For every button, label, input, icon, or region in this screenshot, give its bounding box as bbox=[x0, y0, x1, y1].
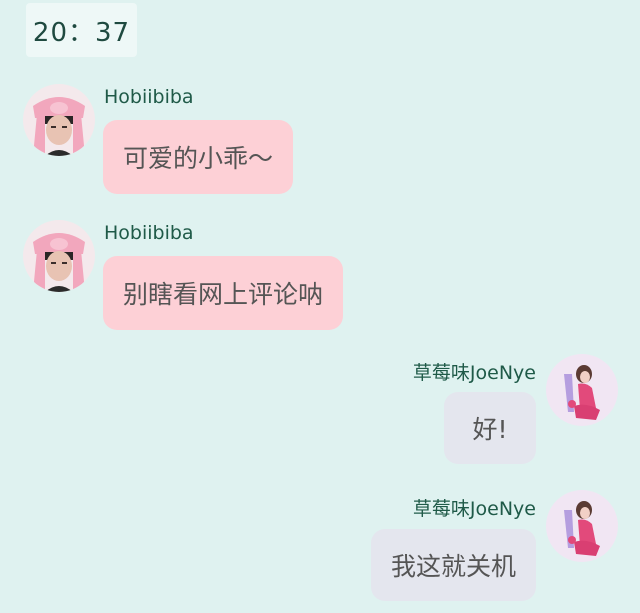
avatar-joenye[interactable] bbox=[546, 490, 618, 562]
message-text: 好! bbox=[472, 415, 508, 444]
sender-name: Hobiibiba bbox=[104, 222, 194, 244]
avatar-image bbox=[23, 84, 95, 156]
message-bubble[interactable]: 好! bbox=[444, 392, 536, 464]
avatar-joenye[interactable] bbox=[546, 354, 618, 426]
sender-name: 草莓味JoeNye bbox=[412, 362, 536, 384]
message-text: 可爱的小乖～ bbox=[123, 144, 274, 173]
avatar-image bbox=[23, 220, 95, 292]
message-text: 别瞎看网上评论呐 bbox=[123, 280, 324, 309]
message-text: 我这就关机 bbox=[390, 552, 516, 581]
message-bubble[interactable]: 我这就关机 bbox=[370, 529, 536, 601]
timestamp-text: 20：37 bbox=[32, 17, 131, 48]
sender-name: Hobiibiba bbox=[104, 86, 194, 108]
message-bubble[interactable]: 可爱的小乖～ bbox=[103, 120, 294, 194]
timestamp: 20：37 bbox=[26, 3, 137, 57]
sender-name: 草莓味JoeNye bbox=[412, 498, 536, 520]
avatar-hobiibiba[interactable] bbox=[23, 84, 95, 156]
avatar-hobiibiba[interactable] bbox=[23, 220, 95, 292]
message-bubble[interactable]: 别瞎看网上评论呐 bbox=[103, 256, 344, 330]
avatar-image bbox=[546, 354, 618, 426]
avatar-image bbox=[546, 490, 618, 562]
